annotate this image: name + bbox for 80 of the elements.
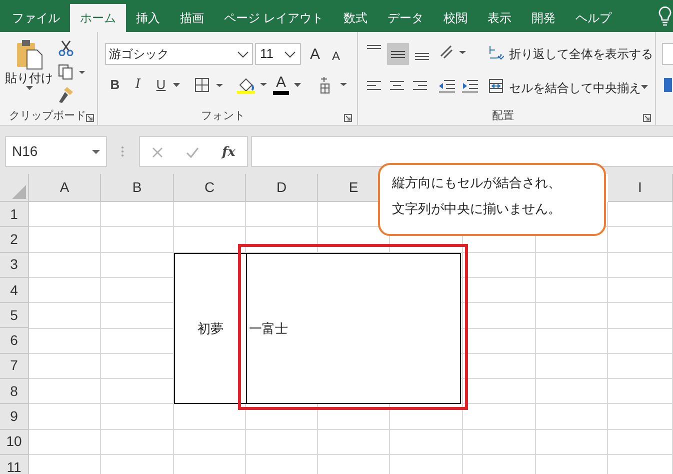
row-header[interactable]: 1	[0, 202, 29, 228]
group-label: クリップボード	[9, 108, 86, 124]
format-painter-icon[interactable]	[58, 86, 74, 104]
callout-text: 縦方向にもセルが結合され、	[392, 174, 562, 192]
chevron-icon	[237, 50, 249, 58]
ribbon-tab[interactable]: 開発	[521, 4, 566, 32]
align-left-icon[interactable]	[366, 80, 382, 92]
merge-cells-icon[interactable]	[488, 78, 504, 94]
copy-icon[interactable]	[58, 64, 86, 80]
ribbon-tab[interactable]: 描画	[170, 4, 214, 32]
borders-icon[interactable]	[194, 77, 224, 93]
row-header[interactable]: 4	[0, 278, 29, 304]
dialog-launcher-icon[interactable]	[344, 114, 352, 122]
insert-function-button[interactable]: fx	[222, 143, 236, 162]
color-swatch	[273, 91, 289, 95]
triangle-icon	[12, 185, 26, 199]
row-header[interactable]: 2	[0, 227, 29, 253]
align-bottom-icon[interactable]	[414, 52, 430, 60]
chevron-icon	[284, 50, 296, 58]
increase-indent-icon[interactable]	[461, 79, 479, 93]
ribbon-tab[interactable]: ホーム	[70, 4, 126, 32]
callout-text: 文字列が中央に揃いません。	[392, 200, 562, 218]
group-label: 配置	[492, 109, 514, 124]
shrink-font-button[interactable]: A	[328, 47, 344, 64]
column-header[interactable]: C	[174, 174, 246, 202]
font-size-field[interactable]: 11	[255, 43, 301, 65]
align-right-icon[interactable]	[412, 80, 428, 92]
decrease-indent-icon[interactable]	[438, 79, 456, 93]
caret-icon[interactable]	[641, 85, 648, 89]
wrap-text-button[interactable]: 折り返して全体を表示する	[509, 45, 653, 63]
cell-text: 初夢	[198, 320, 224, 338]
name-box[interactable]: N16	[5, 136, 107, 167]
wrap-text-icon[interactable]	[488, 44, 504, 62]
caret-icon[interactable]	[294, 83, 301, 87]
group-label: フォント	[201, 109, 245, 124]
column-header[interactable]: A	[29, 174, 101, 202]
ribbon-tab[interactable]: ヘルプ	[565, 4, 622, 32]
ribbon-tab[interactable]: 数式	[333, 4, 378, 32]
orientation-icon[interactable]	[439, 44, 467, 60]
caret-icon	[92, 150, 100, 154]
row-header[interactable]: 9	[0, 404, 29, 430]
row-header[interactable]: 6	[0, 328, 29, 354]
cell-text: 一富士	[249, 320, 288, 338]
grip-icon	[121, 146, 124, 157]
caret-icon	[26, 86, 32, 90]
grow-font-button[interactable]: A	[306, 44, 324, 64]
ribbon-tab[interactable]: データ	[377, 4, 434, 32]
underline-button[interactable]: U	[153, 75, 169, 95]
formula-input[interactable]	[251, 136, 673, 167]
clipboard-icon	[14, 38, 44, 70]
column-header[interactable]: D	[246, 174, 318, 202]
column-header[interactable]: B	[101, 174, 174, 202]
lightbulb-icon[interactable]	[658, 6, 672, 26]
row-header[interactable]: 5	[0, 303, 29, 328]
align-middle-button[interactable]	[387, 43, 409, 65]
merge-center-button[interactable]: セルを結合して中央揃え	[509, 79, 641, 97]
row-header[interactable]: 8	[0, 379, 29, 404]
dialog-launcher-icon[interactable]	[86, 114, 94, 122]
row-header[interactable]: 10	[0, 430, 29, 455]
bold-button[interactable]: B	[107, 75, 123, 95]
align-middle-icon	[390, 49, 406, 59]
dialog-launcher-icon[interactable]	[643, 114, 651, 122]
font-name-field[interactable]: 游ゴシック	[105, 43, 253, 65]
row-header[interactable]: 7	[0, 354, 29, 380]
ribbon-tab[interactable]: 校閲	[433, 4, 478, 32]
check-icon[interactable]	[186, 147, 199, 158]
column-header[interactable]: I	[608, 174, 673, 202]
row-header[interactable]: 11	[0, 454, 29, 474]
ribbon-tab[interactable]: ファイル	[2, 4, 70, 32]
row-header[interactable]: 3	[0, 252, 29, 278]
align-center-icon[interactable]	[389, 80, 405, 92]
phonetic-guide-icon[interactable]	[318, 75, 348, 95]
italic-button[interactable]: I	[130, 75, 146, 95]
font-color-button[interactable]: A	[276, 75, 286, 91]
ribbon-tab[interactable]: ページ レイアウト	[214, 4, 334, 32]
paste-button[interactable]: 貼り付け	[4, 38, 54, 100]
ribbon-tab[interactable]: 表示	[477, 4, 522, 32]
caret-icon[interactable]	[173, 83, 180, 87]
scissors-icon[interactable]	[58, 40, 74, 56]
ribbon-tab[interactable]: 挿入	[126, 4, 170, 32]
